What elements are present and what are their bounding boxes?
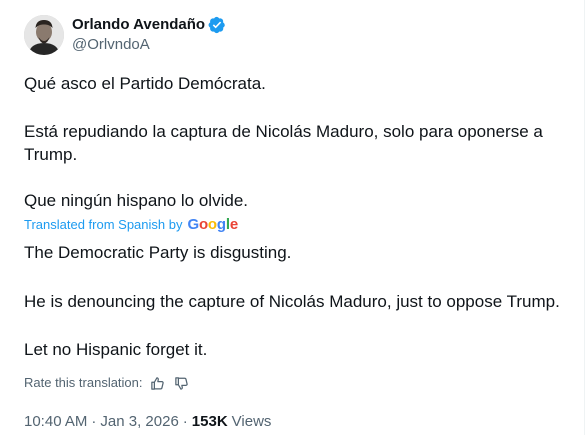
rate-translation-label: Rate this translation: bbox=[24, 375, 143, 390]
meta-separator: · bbox=[182, 413, 188, 430]
views-count[interactable]: 153K bbox=[192, 412, 228, 432]
google-logo: Google bbox=[187, 216, 238, 233]
thumbs-up-icon[interactable] bbox=[149, 374, 167, 392]
author-handle[interactable]: @OrlvndoA bbox=[72, 35, 226, 55]
tweet-header: Orlando Avendaño @OrlvndoA bbox=[24, 14, 226, 56]
translated-by-text: Translated from Spanish by bbox=[24, 217, 183, 232]
thumbs-down-icon[interactable] bbox=[173, 374, 191, 392]
meta-separator: · bbox=[91, 413, 97, 430]
original-text-line-4: Que ningún hispano lo olvide. bbox=[24, 191, 248, 210]
original-text-line-2: Está repudiando la captura de Nicolás Ma… bbox=[24, 122, 543, 141]
tweet-date[interactable]: Jan 3, 2026 bbox=[100, 412, 178, 432]
original-text-line-1: Qué asco el Partido Demócrata. bbox=[24, 74, 266, 93]
tweet-time[interactable]: 10:40 AM bbox=[24, 412, 87, 432]
translated-by-label[interactable]: Translated from Spanish by Google bbox=[24, 216, 238, 234]
translation-line-2: He is denouncing the capture of Nicolás … bbox=[24, 292, 560, 311]
rate-translation: Rate this translation: bbox=[24, 374, 191, 392]
views-label[interactable]: Views bbox=[232, 412, 272, 432]
translation-line-3: Let no Hispanic forget it. bbox=[24, 340, 208, 359]
avatar[interactable] bbox=[24, 15, 64, 55]
translation-line-1: The Democratic Party is disgusting. bbox=[24, 243, 292, 262]
tweet-meta: 10:40 AM · Jan 3, 2026 · 153K Views bbox=[24, 412, 271, 432]
original-text-line-3: Trump. bbox=[24, 145, 78, 164]
verified-badge-icon[interactable] bbox=[208, 16, 226, 34]
author-display-name[interactable]: Orlando Avendaño bbox=[72, 15, 205, 35]
